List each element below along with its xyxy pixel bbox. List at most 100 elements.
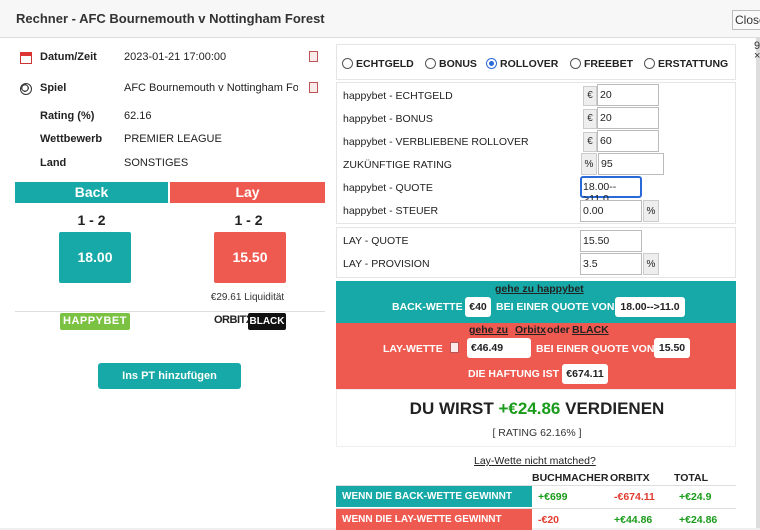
or-text: oder [547, 324, 570, 336]
lay-header: Lay [170, 182, 325, 203]
tax-input[interactable]: 0.00 [580, 200, 642, 222]
back-summary-odds: 18.00-->11.0 [615, 297, 685, 317]
rollover-input[interactable]: 60 [597, 130, 659, 152]
bonus-unit: € [583, 109, 597, 129]
radio-label-freebet[interactable]: FREEBET [584, 58, 633, 70]
datetime-label: Datum/Zeit [40, 51, 97, 63]
row-label-back-wins: WENN DIE BACK-WETTE GEWINNT [336, 486, 532, 507]
rating-value: 62.16 [124, 110, 152, 122]
goto-black-link[interactable]: BLACK [572, 324, 609, 336]
radio-label-bonus[interactable]: BONUS [439, 58, 477, 70]
cell-back-orbitx: -€674.11 [614, 491, 655, 503]
row-label-lay-wins: WENN DIE LAY-WETTE GEWINNT [336, 509, 532, 530]
future-rating-label: ZUKÜNFTIGE RATING [343, 159, 452, 171]
lay-odds-label: LAY - QUOTE [343, 235, 409, 247]
profit-suffix: VERDIENEN [565, 399, 665, 418]
rating-label: Rating (%) [40, 110, 95, 122]
game-value: AFC Bournemouth v Nottingham Forest [124, 82, 298, 94]
radio-label-rollover[interactable]: ROLLOVER [500, 58, 558, 70]
lay-not-matched-link[interactable]: Lay-Wette nicht matched? [474, 455, 596, 467]
back-odds-input[interactable]: 18.00-->11.0 [580, 176, 642, 205]
orbitx-logo[interactable]: ORBITX [214, 314, 253, 326]
calendar-icon [20, 52, 32, 64]
country-label: Land [40, 157, 67, 169]
col-header-bookmaker: BUCHMACHER [532, 472, 609, 484]
football-icon [20, 83, 32, 95]
liability-label: DIE HAFTUNG IST [468, 368, 559, 380]
bet-type-selector: ECHTGELD BONUS ROLLOVER FREEBET ERSTATTU… [336, 44, 736, 80]
cell-lay-orbitx: +€44.86 [614, 514, 653, 526]
rollover-unit: € [583, 132, 597, 152]
back-bet-label: BACK-WETTE [392, 301, 463, 313]
back-odds-box[interactable]: 18.00 [59, 232, 131, 283]
cash-unit: € [583, 86, 597, 106]
lay-form: LAY - QUOTE 15.50 LAY - PROVISION 3.5 % [336, 227, 736, 278]
goto-happybet-link[interactable]: gehe zu happybet [495, 283, 584, 295]
back-score: 1 - 2 [77, 212, 106, 228]
future-rating-unit: % [581, 153, 597, 175]
cell-back-bookmaker: +€699 [538, 491, 568, 503]
country-value: SONSTIGES [124, 157, 189, 169]
col-header-total: TOTAL [674, 472, 709, 484]
cell-lay-bookmaker: -€20 [538, 514, 560, 526]
commission-input[interactable]: 3.5 [580, 253, 642, 275]
lay-liquidity: €29.61 Liquidität [210, 292, 285, 303]
lay-bet-summary: gehe zu Orbitx oder BLACK LAY-WETTE €46.… [336, 323, 736, 389]
scrollbar-edge[interactable] [756, 38, 760, 528]
dialog-title: Rechner - AFC Bournemouth v Nottingham F… [16, 11, 325, 26]
rollover-label: happybet - VERBLIEBENE ROLLOVER [343, 136, 529, 148]
lay-odds-input[interactable]: 15.50 [580, 230, 642, 252]
competition-label: Wettbewerb [40, 133, 103, 145]
radio-label-erstattung[interactable]: ERSTATTUNG [658, 58, 728, 70]
back-form: happybet - ECHTGELD € 20 happybet - BONU… [336, 82, 736, 224]
radio-label-echtgeld[interactable]: ECHTGELD [356, 58, 414, 70]
cash-input[interactable]: 20 [597, 84, 659, 106]
copy-icon[interactable] [309, 51, 318, 62]
black-logo[interactable]: BLACK [248, 313, 286, 330]
lay-stake: €46.49 [467, 338, 531, 358]
close-button[interactable]: Close [732, 10, 760, 30]
goto-orbitx-link[interactable]: Orbitx [515, 324, 546, 336]
happybet-logo[interactable]: HAPPYBET [60, 313, 130, 330]
copy-icon[interactable] [450, 342, 459, 353]
radio-rollover[interactable] [486, 58, 497, 69]
back-odds-text: BEI EINER QUOTE VON [496, 301, 615, 313]
lay-odds-text: BEI EINER QUOTE VON [536, 343, 655, 355]
back-stake: €40 [465, 297, 491, 317]
profit-headline: DU WIRST +€24.86 VERDIENEN [337, 399, 737, 419]
radio-echtgeld[interactable] [342, 58, 353, 69]
profit-amount: +€24.86 [498, 399, 561, 418]
liability-value: €674.11 [562, 364, 608, 384]
copy-icon[interactable] [309, 82, 318, 93]
radio-bonus[interactable] [425, 58, 436, 69]
dialog-titlebar: Rechner - AFC Bournemouth v Nottingham F… [0, 0, 760, 38]
radio-freebet[interactable] [570, 58, 581, 69]
radio-erstattung[interactable] [644, 58, 655, 69]
commission-label: LAY - PROVISION [343, 258, 430, 270]
lay-summary-odds: 15.50 [654, 338, 690, 358]
back-odds-label: happybet - QUOTE [343, 182, 433, 194]
future-rating-input[interactable]: 95 [598, 153, 664, 175]
competition-value: PREMIER LEAGUE [124, 133, 222, 145]
profit-prefix: DU WIRST [409, 399, 494, 418]
edge-glyph-x: × [754, 50, 760, 62]
back-bet-summary: gehe zu happybet BACK-WETTE €40 BEI EINE… [336, 281, 736, 323]
result-rating: [ RATING 62.16% ] [492, 427, 582, 439]
logo-row: HAPPYBET ORBITX BLACK [15, 311, 325, 331]
game-label: Spiel [40, 82, 67, 94]
col-header-orbitx: ORBITX [610, 472, 650, 484]
lay-bet-label: LAY-WETTE [383, 343, 443, 355]
cell-back-total: +€24.9 [679, 491, 712, 503]
cash-label: happybet - ECHTGELD [343, 90, 453, 102]
back-header: Back [15, 182, 168, 203]
goto-label: gehe zu [469, 324, 509, 336]
bonus-label: happybet - BONUS [343, 113, 433, 125]
tax-label: happybet - STEUER [343, 205, 439, 217]
datetime-value: 2023-01-21 17:00:00 [124, 51, 227, 63]
tax-unit: % [643, 200, 659, 222]
commission-unit: % [643, 253, 659, 275]
lay-score: 1 - 2 [234, 212, 263, 228]
lay-odds-box[interactable]: 15.50 [214, 232, 286, 283]
bonus-input[interactable]: 20 [597, 107, 659, 129]
add-to-pt-button[interactable]: Ins PT hinzufügen [98, 363, 241, 389]
